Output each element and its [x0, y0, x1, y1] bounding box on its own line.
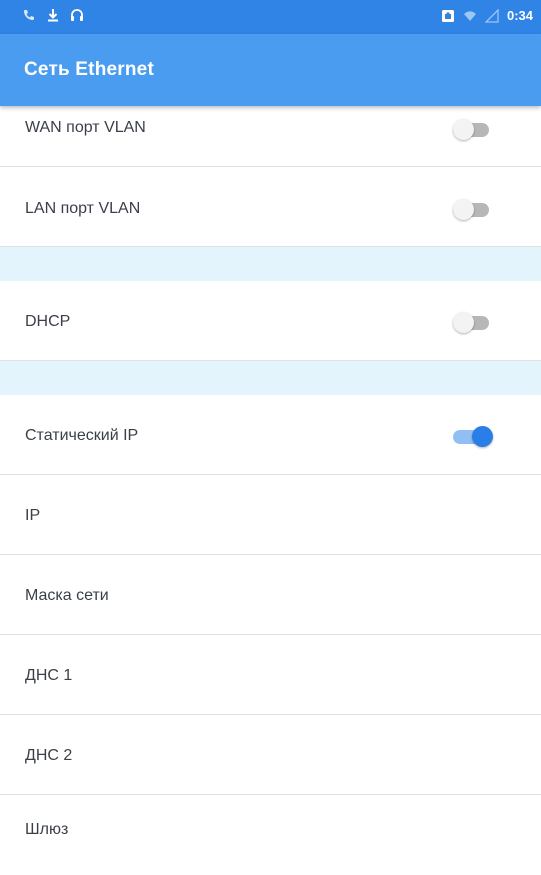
- toggle-thumb: [453, 199, 474, 220]
- lan-vlan-label: LAN порт VLAN: [25, 200, 141, 217]
- wan-vlan-row[interactable]: WAN порт VLAN: [0, 106, 541, 167]
- lan-vlan-row[interactable]: LAN порт VLAN: [0, 167, 541, 247]
- app-bar: Сеть Ethernet: [0, 34, 541, 106]
- signal-icon: [484, 8, 499, 23]
- section-divider: [0, 361, 541, 395]
- ip-label: IP: [25, 507, 41, 524]
- ethernet-icon: [441, 9, 454, 22]
- wifi-icon: [463, 10, 476, 21]
- dns1-label: ДНС 1: [25, 667, 73, 684]
- gateway-label: Шлюз: [25, 821, 69, 838]
- toggle-thumb: [453, 312, 474, 333]
- headset-icon: [71, 9, 83, 21]
- lan-vlan-toggle[interactable]: [453, 199, 489, 220]
- wan-vlan-toggle[interactable]: [453, 119, 489, 140]
- dhcp-row[interactable]: DHCP: [0, 281, 541, 361]
- dhcp-toggle[interactable]: [453, 312, 489, 333]
- page-title: Сеть Ethernet: [24, 59, 154, 80]
- toggle-thumb: [453, 119, 474, 140]
- static-ip-label: Статический IP: [25, 427, 139, 444]
- static-ip-toggle[interactable]: [453, 426, 493, 447]
- settings-list: WAN порт VLAN LAN порт VLAN DHCP Статиче…: [0, 106, 541, 875]
- netmask-label: Маска сети: [25, 587, 109, 604]
- dns1-row[interactable]: ДНС 1: [0, 635, 541, 715]
- ip-row[interactable]: IP: [0, 475, 541, 555]
- toggle-thumb: [472, 426, 493, 447]
- static-ip-row[interactable]: Статический IP: [0, 395, 541, 475]
- section-divider: [0, 247, 541, 281]
- download-icon: [48, 9, 58, 22]
- phone-icon: [24, 10, 34, 20]
- dns2-label: ДНС 2: [25, 747, 73, 764]
- wan-vlan-label: WAN порт VLAN: [25, 119, 146, 136]
- gateway-row[interactable]: Шлюз: [0, 795, 541, 875]
- status-time: 0:34: [506, 8, 533, 23]
- dhcp-label: DHCP: [25, 313, 71, 330]
- dns2-row[interactable]: ДНС 2: [0, 715, 541, 795]
- status-bar: 0:34: [0, 0, 541, 34]
- netmask-row[interactable]: Маска сети: [0, 555, 541, 635]
